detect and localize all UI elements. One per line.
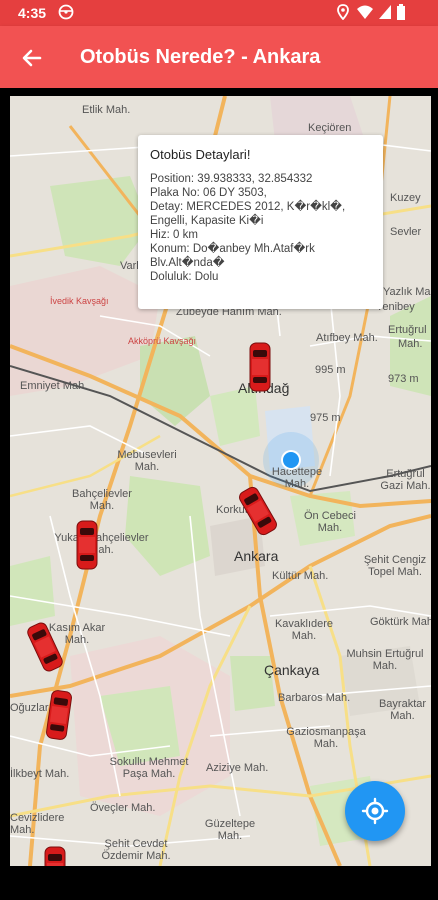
popup-position: Position: 39.938333, 32.854332 bbox=[150, 173, 313, 185]
bus-marker[interactable] bbox=[76, 520, 98, 570]
map-label: Mah. bbox=[398, 338, 423, 350]
map-label: Güzeltepe Mah. bbox=[204, 818, 256, 842]
map-label: Şehit Cevdet Özdemir Mah. bbox=[101, 838, 171, 862]
popup-occupancy: Doluluk: Dolu bbox=[150, 271, 219, 283]
battery-icon bbox=[396, 4, 406, 23]
map-label: Etlik Mah. bbox=[82, 104, 131, 116]
popup-detail: Detay: MERCEDES 2012, K�r�kl�, bbox=[150, 201, 346, 213]
map-label: Göktürk Mah. bbox=[370, 616, 431, 628]
map-label: Kavaklıdere Mah. bbox=[274, 618, 334, 642]
map-label: İlkbeyt Mah. bbox=[10, 768, 70, 780]
map-label: Akköprü Kavşağı bbox=[128, 336, 197, 346]
map-label: Oğuzlar bbox=[10, 702, 49, 714]
map-label: Aziziye Mah. bbox=[206, 762, 269, 774]
map-label: Şehit Cengiz Topel Mah. bbox=[363, 554, 427, 578]
map-label: Sevler bbox=[390, 226, 422, 238]
arrow-back-icon[interactable] bbox=[20, 46, 44, 70]
map-label: Keçiören bbox=[308, 122, 352, 134]
wifi-icon bbox=[356, 4, 374, 23]
map-label: Öveçler Mah. bbox=[90, 802, 156, 814]
map-label: Ertuğrul bbox=[388, 324, 427, 336]
app-bar: Otobüs Nerede? - Ankara bbox=[0, 26, 438, 88]
map-label: Yukarı Bahçelievler Mah. bbox=[54, 532, 149, 556]
popup-location: Konum: Do�anbey Mh.Ataf�rk bbox=[150, 243, 315, 255]
my-location-icon bbox=[361, 797, 389, 825]
location-status-icon bbox=[336, 4, 350, 23]
map-label: 975 m bbox=[310, 412, 341, 424]
map-label: Ertuğrul Gazi Mah. bbox=[380, 468, 431, 492]
map-label: 995 m bbox=[315, 364, 346, 376]
map-label: Bayraktar Mah. bbox=[378, 698, 427, 722]
map-label: Cevizlidere Mah. bbox=[10, 812, 65, 836]
map-label: Barbaros Mah. bbox=[278, 692, 351, 704]
status-time: 4:35 bbox=[18, 5, 47, 21]
bus-marker[interactable] bbox=[44, 846, 66, 866]
bus-details-popup[interactable]: Otobüs Detaylari! Position: 39.938333, 3… bbox=[138, 135, 383, 309]
popup-location-cont: Blv.Alt�nda� bbox=[150, 257, 225, 269]
popup-detail-cont: Engelli, Kapasite Ki�i bbox=[150, 215, 264, 227]
my-location-button[interactable] bbox=[345, 781, 405, 841]
map-label: Bahçelievler Mah. bbox=[72, 488, 132, 512]
popup-title: Otobüs Detaylari! bbox=[150, 147, 251, 162]
popup-plate: Plaka No: 06 DY 3503, bbox=[150, 187, 267, 199]
map-label: Sokullu Mehmet Paşa Mah. bbox=[109, 756, 189, 780]
status-bar: 4:35 bbox=[0, 0, 438, 26]
map-label: Çankaya bbox=[264, 662, 320, 678]
map-label: Muhsin Ertuğrul Mah. bbox=[346, 648, 424, 672]
map-label: Kültür Mah. bbox=[272, 570, 329, 582]
current-location-dot bbox=[281, 450, 301, 470]
map-label: Emniyet Mah. bbox=[20, 380, 88, 392]
map-label: Kuzey bbox=[390, 192, 421, 204]
map-label: Yazlık Mah. bbox=[383, 286, 431, 298]
map-label: Varl bbox=[120, 260, 139, 272]
map-label: İvedik Kavşağı bbox=[50, 296, 109, 306]
map-label: Ankara bbox=[234, 548, 279, 564]
map-label: Mebusevleri Mah. bbox=[117, 449, 177, 473]
signal-icon bbox=[378, 4, 392, 23]
bus-marker[interactable] bbox=[249, 342, 271, 392]
map-label: Ön Cebeci Mah. bbox=[304, 510, 356, 534]
page-title: Otobüs Nerede? - Ankara bbox=[80, 46, 321, 68]
popup-speed: Hiz: 0 km bbox=[150, 229, 198, 241]
map-label: Atıfbey Mah. bbox=[316, 332, 378, 344]
map-label: Gaziosmanpaşa Mah. bbox=[286, 726, 366, 750]
map-label: 973 m bbox=[388, 373, 419, 385]
navigation-bar bbox=[0, 872, 438, 900]
steering-wheel-icon bbox=[58, 4, 74, 23]
